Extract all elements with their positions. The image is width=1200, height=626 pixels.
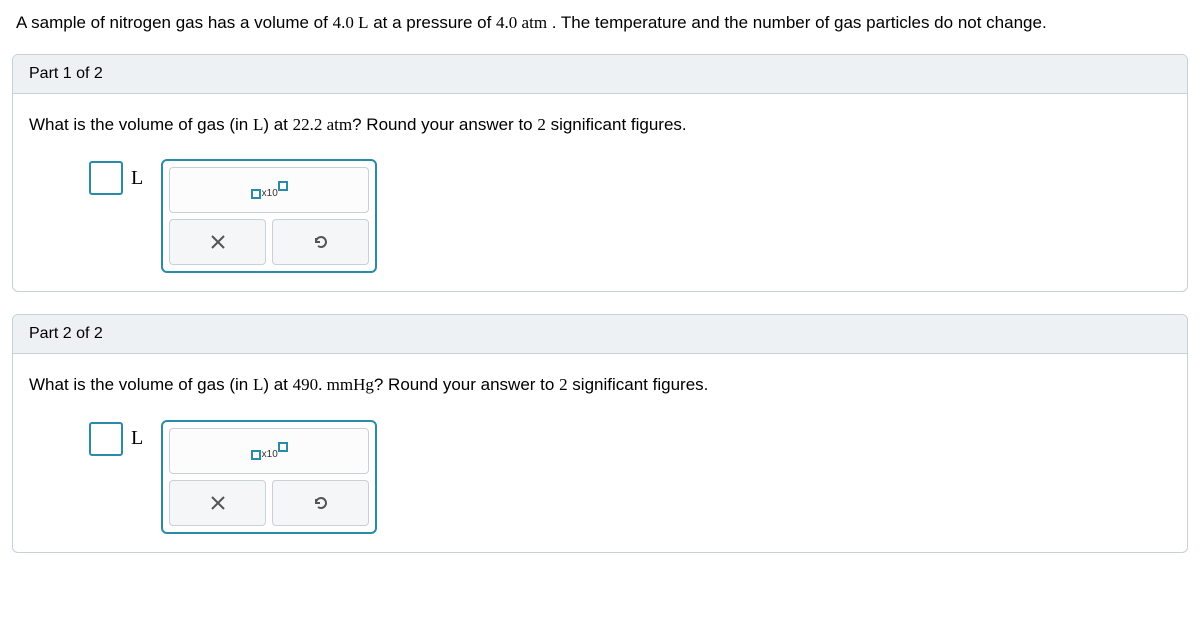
sci-base-box-icon bbox=[251, 189, 261, 199]
sci-notation-icon: x10 bbox=[251, 442, 288, 460]
q1-sigfigs: 2 bbox=[537, 115, 546, 134]
part-1-answer-field: L bbox=[89, 161, 143, 195]
close-icon bbox=[210, 234, 226, 250]
problem-mid: at a pressure of bbox=[373, 13, 496, 32]
sci-notation-button[interactable]: x10 bbox=[169, 428, 369, 474]
q2-value: 490. mmHg bbox=[293, 375, 374, 394]
sci-notation-icon: x10 bbox=[251, 181, 288, 199]
part-1-answer-row: L x10 bbox=[29, 159, 1171, 273]
part-2-body: What is the volume of gas (in L) at 490.… bbox=[13, 354, 1187, 552]
part-2-question: What is the volume of gas (in L) at 490.… bbox=[29, 372, 1171, 398]
q1-prefix: What is the volume of gas (in bbox=[29, 115, 253, 134]
clear-button[interactable] bbox=[169, 219, 266, 265]
answer-unit-label: L bbox=[131, 167, 143, 190]
action-row bbox=[169, 219, 369, 265]
sci-notation-row: x10 bbox=[169, 167, 369, 213]
sci-x10-label: x10 bbox=[261, 449, 279, 460]
q1-unit-symbol: L bbox=[253, 115, 263, 134]
q2-mid: ) at bbox=[263, 375, 292, 394]
part-1-question: What is the volume of gas (in L) at 22.2… bbox=[29, 112, 1171, 138]
part-1-body: What is the volume of gas (in L) at 22.2… bbox=[13, 94, 1187, 292]
part-1-container: Part 1 of 2 What is the volume of gas (i… bbox=[12, 54, 1188, 293]
part-2-header: Part 2 of 2 bbox=[13, 315, 1187, 354]
answer-input[interactable] bbox=[89, 422, 123, 456]
part-1-header: Part 1 of 2 bbox=[13, 55, 1187, 94]
q2-suffix1: ? Round your answer to bbox=[374, 375, 559, 394]
q1-suffix2: significant figures. bbox=[546, 115, 687, 134]
problem-suffix: . The temperature and the number of gas … bbox=[552, 13, 1047, 32]
action-row bbox=[169, 480, 369, 526]
sci-notation-row: x10 bbox=[169, 428, 369, 474]
part-2-answer-row: L x10 bbox=[29, 420, 1171, 534]
q1-suffix1: ? Round your answer to bbox=[352, 115, 537, 134]
undo-button[interactable] bbox=[272, 480, 369, 526]
q1-value: 22.2 atm bbox=[293, 115, 353, 134]
problem-prefix: A sample of nitrogen gas has a volume of bbox=[16, 13, 333, 32]
clear-button[interactable] bbox=[169, 480, 266, 526]
q2-unit-symbol: L bbox=[253, 375, 263, 394]
q2-sigfigs: 2 bbox=[559, 375, 568, 394]
sci-x10-label: x10 bbox=[261, 188, 279, 199]
undo-button[interactable] bbox=[272, 219, 369, 265]
answer-input[interactable] bbox=[89, 161, 123, 195]
problem-volume: 4.0 L bbox=[333, 13, 369, 32]
close-icon bbox=[210, 495, 226, 511]
part-2-container: Part 2 of 2 What is the volume of gas (i… bbox=[12, 314, 1188, 553]
problem-pressure: 4.0 atm bbox=[496, 13, 547, 32]
sci-exp-box-icon bbox=[278, 181, 288, 191]
undo-icon bbox=[312, 494, 330, 512]
part-2-answer-field: L bbox=[89, 422, 143, 456]
sci-exp-box-icon bbox=[278, 442, 288, 452]
undo-icon bbox=[312, 233, 330, 251]
answer-unit-label: L bbox=[131, 427, 143, 450]
q2-prefix: What is the volume of gas (in bbox=[29, 375, 253, 394]
sci-base-box-icon bbox=[251, 450, 261, 460]
q1-mid: ) at bbox=[263, 115, 292, 134]
part-2-tool-panel: x10 bbox=[161, 420, 377, 534]
q2-suffix2: significant figures. bbox=[568, 375, 709, 394]
sci-notation-button[interactable]: x10 bbox=[169, 167, 369, 213]
problem-statement: A sample of nitrogen gas has a volume of… bbox=[0, 0, 1200, 54]
part-1-tool-panel: x10 bbox=[161, 159, 377, 273]
